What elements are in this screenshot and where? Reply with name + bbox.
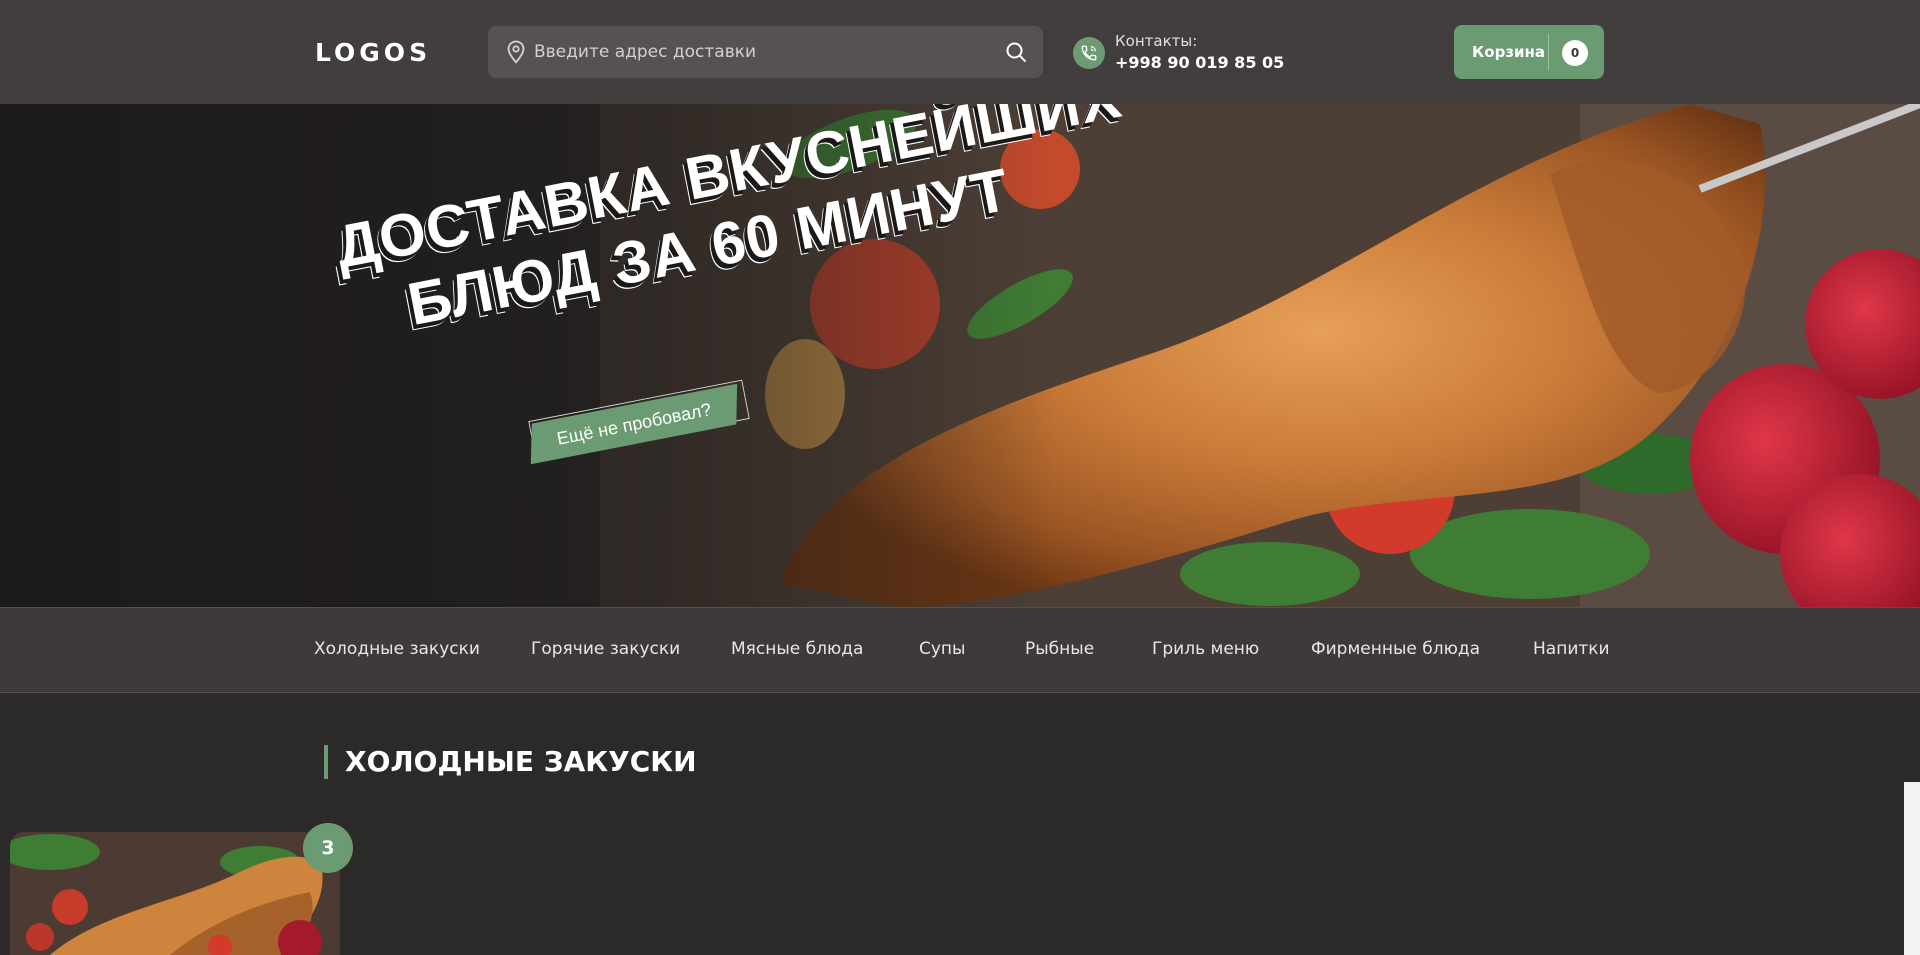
product-card[interactable] (10, 832, 340, 955)
contacts-label: Контакты: (1115, 32, 1198, 50)
cart-count-badge: 0 (1562, 40, 1588, 66)
cart-button[interactable]: Корзина 0 (1454, 25, 1604, 79)
card-count-badge: 3 (303, 823, 353, 873)
delivery-address-search (488, 26, 1043, 78)
contacts-phone[interactable]: +998 90 019 85 05 (1115, 53, 1284, 72)
menu-item-signature-dishes[interactable]: Фирменные блюда (1311, 639, 1480, 659)
category-menu: Холодные закуски Горячие закуски Мясные … (0, 607, 1920, 693)
page-scrollbar[interactable] (1904, 782, 1920, 955)
phone-icon[interactable] (1073, 37, 1105, 69)
section-title: Холодные закуски (324, 745, 697, 779)
hero-banner: Доставка вкуснейших блюд за 60 минут Ещё… (0, 104, 1920, 607)
cart-divider (1548, 34, 1549, 70)
menu-item-drinks[interactable]: Напитки (1533, 639, 1610, 659)
location-pin-icon (507, 40, 525, 64)
cart-label: Корзина (1472, 43, 1546, 61)
delivery-address-input[interactable] (534, 26, 974, 78)
product-image (10, 832, 340, 955)
menu-item-cold-snacks[interactable]: Холодные закуски (314, 639, 480, 659)
menu-item-hot-snacks[interactable]: Горячие закуски (531, 639, 680, 659)
search-icon[interactable] (1005, 41, 1027, 63)
site-logo[interactable]: LOGOS (315, 38, 431, 67)
menu-item-fish[interactable]: Рыбные (1025, 639, 1094, 659)
menu-item-soups[interactable]: Супы (919, 639, 965, 659)
site-header: LOGOS Контакты: +998 90 019 85 05 Корзин… (0, 0, 1920, 104)
menu-item-grill-menu[interactable]: Гриль меню (1152, 639, 1259, 659)
menu-item-meat-dishes[interactable]: Мясные блюда (731, 639, 863, 659)
